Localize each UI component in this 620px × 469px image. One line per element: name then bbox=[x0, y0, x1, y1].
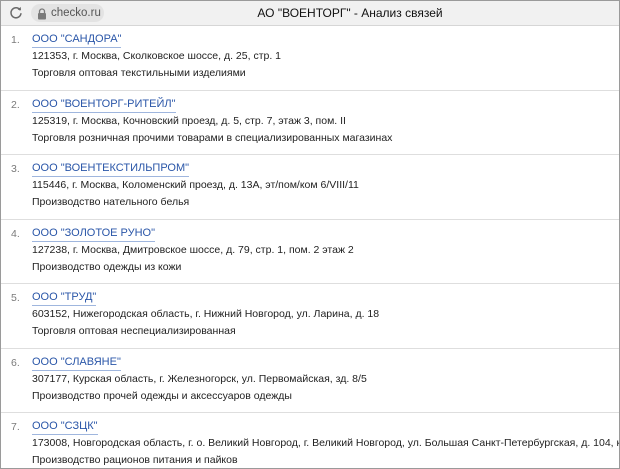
company-link[interactable]: ООО "СЛАВЯНЕ" bbox=[32, 355, 121, 371]
company-address: 173008, Новгородская область, г. о. Вели… bbox=[32, 437, 620, 449]
list-item: 4. ООО "ЗОЛОТОЕ РУНО" 127238, г. Москва,… bbox=[1, 220, 619, 284]
item-number: 1. bbox=[11, 34, 20, 46]
company-activity: Производство нательного белья bbox=[32, 196, 190, 208]
browser-toolbar: checko.ru АО "ВОЕНТОРГ" - Анализ связей bbox=[1, 1, 619, 26]
page-title: АО "ВОЕНТОРГ" - Анализ связей bbox=[257, 6, 443, 20]
list-item: 1. ООО "САНДОРА" 121353, г. Москва, Скол… bbox=[1, 26, 619, 91]
company-activity: Торговля оптовая неспециализированная bbox=[32, 325, 236, 337]
company-link[interactable]: ООО "ЗОЛОТОЕ РУНО" bbox=[32, 226, 156, 242]
browser-window: checko.ru АО "ВОЕНТОРГ" - Анализ связей … bbox=[0, 0, 620, 469]
item-number: 7. bbox=[11, 421, 20, 433]
company-link[interactable]: ООО "ВОЕНТОРГ-РИТЕЙЛ" bbox=[32, 97, 176, 113]
list-item: 2. ООО "ВОЕНТОРГ-РИТЕЙЛ" 125319, г. Моск… bbox=[1, 91, 619, 155]
list-item: 3. ООО "ВОЕНТЕКСТИЛЬПРОМ" 115446, г. Мос… bbox=[1, 155, 619, 220]
company-link[interactable]: ООО "САНДОРА" bbox=[32, 32, 122, 48]
item-number: 3. bbox=[11, 163, 20, 175]
company-activity: Производство рационов питания и пайков bbox=[32, 454, 238, 466]
company-activity: Производство прочей одежды и аксессуаров… bbox=[32, 389, 292, 402]
company-address: 121353, г. Москва, Сколковское шоссе, д.… bbox=[32, 50, 282, 62]
company-address: 127238, г. Москва, Дмитровское шоссе, д.… bbox=[32, 243, 354, 256]
company-address: 115446, г. Москва, Коломенский проезд, д… bbox=[32, 179, 359, 191]
list-item: 5. ООО "ТРУД" 603152, Нижегородская обла… bbox=[1, 284, 619, 349]
company-link[interactable]: ООО "ВОЕНТЕКСТИЛЬПРОМ" bbox=[32, 161, 190, 177]
list-item: 6. ООО "СЛАВЯНЕ" 307177, Курская область… bbox=[1, 349, 619, 413]
company-link[interactable]: ООО "СЗЦК" bbox=[32, 419, 98, 435]
list-item: 7. ООО "СЗЦК" 173008, Новгородская облас… bbox=[1, 413, 620, 468]
item-number: 2. bbox=[11, 98, 20, 111]
company-list: 1. ООО "САНДОРА" 121353, г. Москва, Скол… bbox=[1, 26, 620, 468]
company-activity: Торговля оптовая текстильными изделиями bbox=[32, 67, 246, 79]
item-number: 5. bbox=[11, 292, 20, 304]
company-activity: Торговля розничная прочими товарами в сп… bbox=[32, 131, 393, 144]
company-address: 125319, г. Москва, Кочновский проезд, д.… bbox=[32, 114, 346, 127]
company-address: 603152, Нижегородская область, г. Нижний… bbox=[32, 308, 380, 320]
company-link[interactable]: ООО "ТРУД" bbox=[32, 290, 97, 306]
company-activity: Производство одежды из кожи bbox=[32, 260, 182, 273]
item-number: 6. bbox=[11, 356, 20, 369]
company-address: 307177, Курская область, г. Железногорск… bbox=[32, 372, 367, 385]
item-number: 4. bbox=[11, 227, 20, 240]
